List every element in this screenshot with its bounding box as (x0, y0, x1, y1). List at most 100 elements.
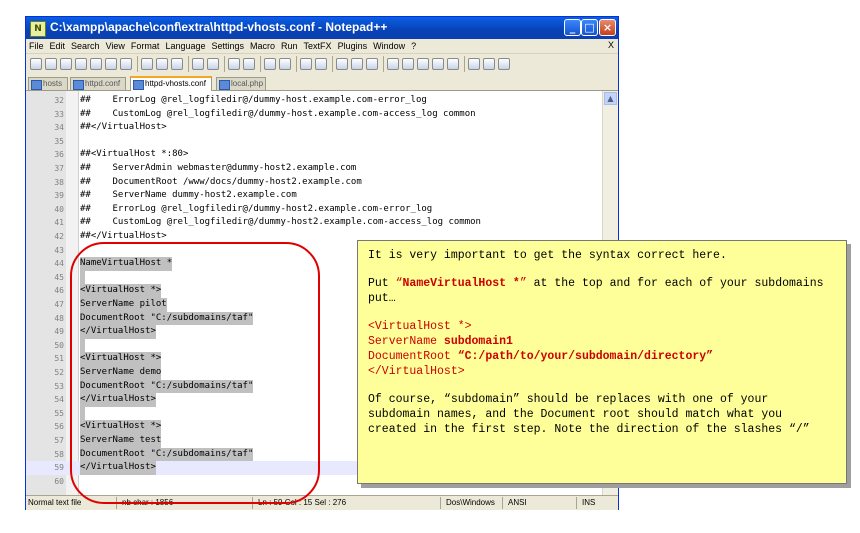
line-number: 35 (54, 136, 64, 146)
stop-icon[interactable] (402, 58, 414, 70)
status-mode: INS (582, 498, 596, 507)
line-number: 43 (54, 245, 64, 255)
print-icon[interactable] (120, 58, 132, 70)
indent-guide-icon[interactable] (366, 58, 378, 70)
scroll-up-icon[interactable]: ▲ (604, 92, 617, 105)
line-number: 34 (54, 123, 64, 133)
menu-item[interactable]: Search (68, 39, 103, 53)
menu-item[interactable]: Format (128, 39, 163, 53)
menu-item[interactable]: ? (408, 39, 419, 53)
code-line[interactable]: 33 ## CustomLog @rel_logfiledir@/dummy-ho… (26, 108, 618, 122)
toolbar-separator (260, 56, 261, 72)
status-eol: Dos\Windows (446, 498, 495, 507)
line-number: 44 (54, 259, 64, 269)
menu-item[interactable]: Edit (47, 39, 69, 53)
run-icon[interactable] (468, 58, 480, 70)
tab-hosts[interactable]: hosts (28, 77, 68, 90)
window-title: C:\xampp\apache\conf\extra\httpd-vhosts.… (50, 20, 388, 34)
tab-httpd-vhosts-conf[interactable]: httpd-vhosts.conf (130, 76, 212, 91)
line-number: 47 (54, 300, 64, 309)
maximize-button[interactable]: □ (581, 19, 598, 36)
new-icon[interactable] (30, 58, 42, 70)
play-icon[interactable] (417, 58, 429, 70)
code-line[interactable]: 41 ## CustomLog @rel_logfiledir@/dummy-ho… (26, 216, 618, 230)
doc-map-icon[interactable] (498, 58, 510, 70)
file-tab-icon (73, 80, 84, 90)
sync-h-icon[interactable] (315, 58, 327, 70)
code-line[interactable]: 39 ## ServerName dummy-host2.example.com (26, 189, 618, 203)
line-number: 57 (54, 436, 64, 445)
cut-icon[interactable] (141, 58, 153, 70)
save-macro-icon[interactable] (447, 58, 459, 70)
menu-item[interactable]: Settings (208, 39, 247, 53)
show-all-icon[interactable] (351, 58, 363, 70)
replace-icon[interactable] (243, 58, 255, 70)
zoom-in-icon[interactable] (264, 58, 276, 70)
toolbar-separator (332, 56, 333, 72)
callout-instruction: Put “NameVirtualHost *” at the top and f… (368, 277, 824, 305)
status-file-type: Normal text file (28, 498, 82, 507)
code-line[interactable]: 40 ## ErrorLog @rel_logfiledir@/dummy-hos… (26, 203, 618, 217)
close-icon[interactable] (90, 58, 102, 70)
file-tab-icon (219, 80, 230, 90)
tab-httpd-conf[interactable]: httpd.conf (70, 77, 126, 90)
toolbar-separator (188, 56, 189, 72)
annotation-oval (70, 242, 320, 504)
panel-icon[interactable] (483, 58, 495, 70)
callout-code-example: <VirtualHost *> ServerName subdomain1 Do… (368, 320, 714, 378)
save-icon[interactable] (60, 58, 72, 70)
code-line[interactable]: 34 ##</VirtualHost> (26, 121, 618, 135)
code-line[interactable]: 36 ##<VirtualHost *:80> (26, 148, 618, 162)
code-line[interactable]: 38 ## DocumentRoot /www/docs/dummy-host2.… (26, 176, 618, 190)
sync-v-icon[interactable] (300, 58, 312, 70)
save-all-icon[interactable] (75, 58, 87, 70)
callout-note: Of course, “subdomain” should be replace… (368, 393, 810, 436)
callout-intro: It is very important to get the syntax c… (368, 249, 727, 262)
code-line[interactable]: 35 (26, 135, 618, 149)
minimize-button[interactable]: _ (564, 19, 581, 36)
play-multi-icon[interactable] (432, 58, 444, 70)
line-number: 39 (54, 191, 64, 201)
line-number: 53 (54, 381, 64, 391)
menu-bar: File Edit Search View Format Language Settings… (26, 39, 618, 53)
tab-label: httpd-vhosts.conf (145, 79, 206, 88)
find-icon[interactable] (228, 58, 240, 70)
document-close-button[interactable]: X (608, 40, 614, 50)
line-number: 50 (54, 340, 64, 350)
line-number: 60 (54, 476, 64, 486)
menu-item[interactable]: View (103, 39, 128, 53)
tab-local-php[interactable]: local.php (216, 77, 266, 90)
menu-item[interactable]: File (26, 39, 47, 53)
line-number: 55 (54, 408, 64, 418)
line-text: ##<VirtualHost *:80> (80, 149, 189, 160)
title-bar[interactable]: N C:\xampp\apache\conf\extra\httpd-vhost… (26, 17, 618, 39)
menu-item[interactable]: Run (278, 39, 301, 53)
menu-item[interactable]: Window (370, 39, 408, 53)
code-line[interactable]: 32 ## ErrorLog @rel_logfiledir@/dummy-hos… (26, 94, 618, 108)
code-line[interactable]: 37 ## ServerAdmin webmaster@dummy-host2.e… (26, 162, 618, 176)
paste-icon[interactable] (171, 58, 183, 70)
line-number: 52 (54, 368, 64, 377)
menu-item[interactable]: Macro (247, 39, 278, 53)
line-text: ## ErrorLog @rel_logfiledir@/dummy-host2… (80, 203, 433, 214)
toolbar-separator (224, 56, 225, 72)
annotation-callout: It is very important to get the syntax c… (357, 240, 847, 484)
wrap-icon[interactable] (336, 58, 348, 70)
line-number: 37 (54, 164, 64, 173)
record-icon[interactable] (387, 58, 399, 70)
menu-item[interactable]: TextFX (301, 39, 335, 53)
line-text: ## ServerName dummy-host2.example.com (80, 190, 297, 201)
file-tab-icon (133, 80, 144, 90)
undo-icon[interactable] (192, 58, 204, 70)
menu-item[interactable]: Plugins (335, 39, 371, 53)
redo-icon[interactable] (207, 58, 219, 70)
zoom-out-icon[interactable] (279, 58, 291, 70)
menu-item[interactable]: Language (162, 39, 208, 53)
line-number: 45 (54, 272, 64, 282)
line-text: ## ServerAdmin webmaster@dummy-host2.exa… (80, 163, 357, 173)
close-button[interactable]: × (599, 19, 616, 36)
toolbar-separator (296, 56, 297, 72)
close-all-icon[interactable] (105, 58, 117, 70)
copy-icon[interactable] (156, 58, 168, 70)
open-icon[interactable] (45, 58, 57, 70)
